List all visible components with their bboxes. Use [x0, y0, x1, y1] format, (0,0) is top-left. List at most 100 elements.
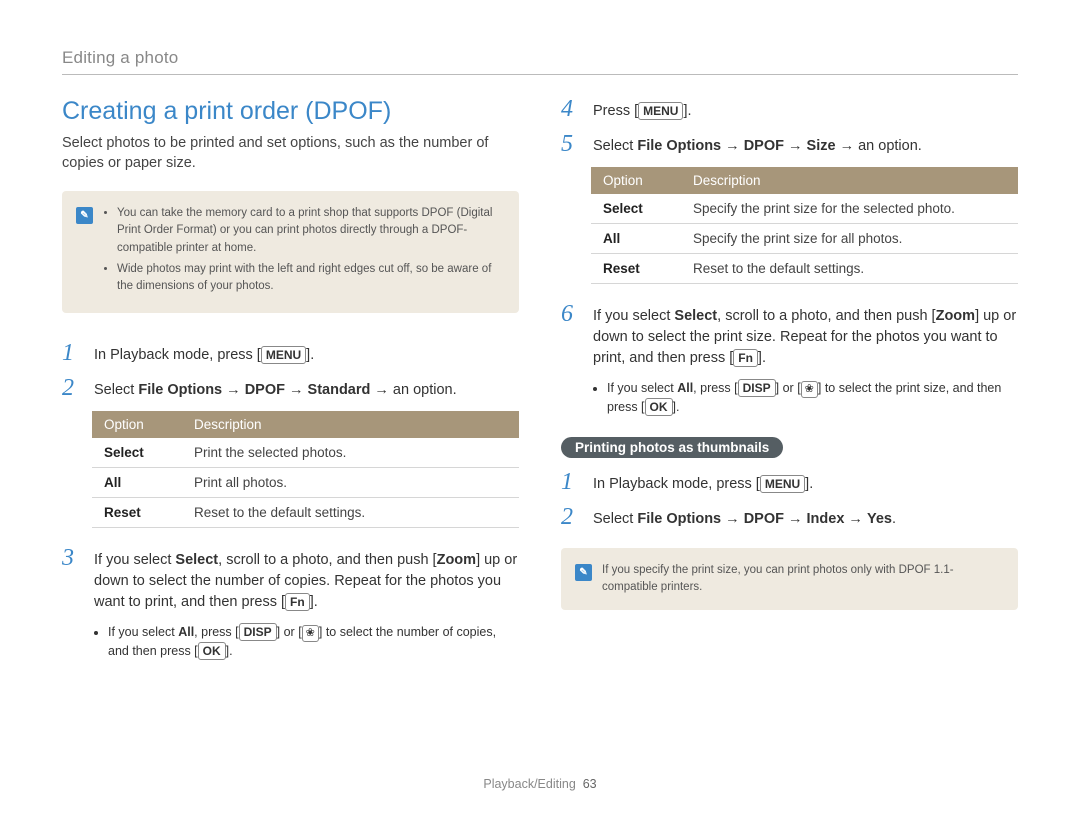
- disp-key: DISP: [738, 379, 776, 397]
- step-2: 2 Select File Options → DPOF → Standard …: [62, 376, 519, 401]
- bold: All: [677, 381, 693, 395]
- text: .: [892, 511, 896, 527]
- bold: Standard: [308, 382, 371, 398]
- fn-key: Fn: [285, 593, 310, 611]
- step-number: 2: [62, 376, 82, 400]
- cell: Reset: [591, 254, 681, 284]
- note-item: You can take the memory card to a print …: [117, 205, 505, 257]
- text: → an option.: [370, 382, 456, 398]
- arrow: →: [721, 138, 744, 154]
- step-6-sub: If you select All, press [DISP] or [❀] t…: [561, 379, 1018, 417]
- options-table-size: Option Description SelectSpecify the pri…: [591, 167, 1018, 284]
- cell: Specify the print size for all photos.: [681, 224, 1018, 254]
- main-columns: Creating a print order (DPOF) Select pho…: [62, 97, 1018, 675]
- arrow: →: [721, 511, 744, 527]
- arrow: →: [222, 382, 245, 398]
- step-number: 3: [62, 546, 82, 570]
- bold: DPOF: [744, 511, 784, 527]
- text: Select: [94, 382, 138, 398]
- thumb-step-1: 1 In Playback mode, press [MENU].: [561, 470, 1018, 495]
- menu-key: MENU: [760, 475, 805, 493]
- cell: Select: [92, 438, 182, 468]
- text: ].: [758, 350, 766, 366]
- text: ].: [306, 347, 314, 363]
- note-body: If you specify the print size, you can p…: [602, 562, 1004, 597]
- macro-icon: ❀: [801, 381, 818, 398]
- step-text: In Playback mode, press [MENU].: [94, 341, 314, 366]
- step-text: If you select Select, scroll to a photo,…: [593, 302, 1018, 369]
- bold: Zoom: [936, 308, 975, 324]
- text: ].: [226, 644, 233, 658]
- step-text: Select File Options → DPOF → Standard → …: [94, 376, 457, 401]
- col-option: Option: [92, 411, 182, 438]
- note-box-2: ✎ If you specify the print size, you can…: [561, 548, 1018, 611]
- text: ].: [683, 103, 691, 119]
- note-icon: ✎: [575, 564, 592, 581]
- table-row: SelectPrint the selected photos.: [92, 438, 519, 468]
- ok-key: OK: [198, 642, 226, 660]
- sub-bullet: If you select All, press [DISP] or [❀] t…: [607, 379, 1018, 417]
- menu-key: MENU: [261, 346, 306, 364]
- step-text: Press [MENU].: [593, 97, 692, 122]
- disp-key: DISP: [239, 623, 277, 641]
- text: Select: [593, 138, 637, 154]
- col-option: Option: [591, 167, 681, 194]
- bold: DPOF: [245, 382, 285, 398]
- text: Press [: [593, 103, 638, 119]
- step-text: Select File Options → DPOF → Size → an o…: [593, 132, 922, 157]
- bold: Select: [175, 552, 218, 568]
- menu-key: MENU: [638, 102, 683, 120]
- table-row: AllPrint all photos.: [92, 468, 519, 498]
- step-4: 4 Press [MENU].: [561, 97, 1018, 122]
- step-number: 5: [561, 132, 581, 156]
- cell: Reset to the default settings.: [182, 498, 519, 528]
- step-5: 5 Select File Options → DPOF → Size → an…: [561, 132, 1018, 157]
- text: → an option.: [836, 138, 922, 154]
- step-number: 1: [561, 470, 581, 494]
- text: In Playback mode, press [: [94, 347, 261, 363]
- bold: Index: [807, 511, 845, 527]
- arrow: →: [784, 138, 807, 154]
- table-row: ResetReset to the default settings.: [591, 254, 1018, 284]
- bold: File Options: [637, 511, 721, 527]
- text: ].: [310, 594, 318, 610]
- step-3: 3 If you select Select, scroll to a phot…: [62, 546, 519, 613]
- cell: Reset to the default settings.: [681, 254, 1018, 284]
- step-text: Select File Options → DPOF → Index → Yes…: [593, 505, 896, 530]
- bold: All: [178, 625, 194, 639]
- text: If you select: [108, 625, 178, 639]
- options-table-standard: Option Description SelectPrint the selec…: [92, 411, 519, 528]
- step-number: 1: [62, 341, 82, 365]
- macro-icon: ❀: [302, 625, 319, 642]
- step-6: 6 If you select Select, scroll to a phot…: [561, 302, 1018, 369]
- fn-key: Fn: [733, 349, 758, 367]
- page-subtitle: Select photos to be printed and set opti…: [62, 134, 519, 173]
- cell: Reset: [92, 498, 182, 528]
- text: ].: [805, 476, 813, 492]
- cell: Select: [591, 194, 681, 224]
- text: ].: [673, 400, 680, 414]
- footer-page: 63: [583, 777, 597, 791]
- text: Select: [593, 511, 637, 527]
- thumb-step-2: 2 Select File Options → DPOF → Index → Y…: [561, 505, 1018, 530]
- cell: Specify the print size for the selected …: [681, 194, 1018, 224]
- cell: All: [92, 468, 182, 498]
- cell: Print all photos.: [182, 468, 519, 498]
- step-number: 6: [561, 302, 581, 326]
- step-number: 2: [561, 505, 581, 529]
- step-1: 1 In Playback mode, press [MENU].: [62, 341, 519, 366]
- bold: File Options: [138, 382, 222, 398]
- arrow: →: [784, 511, 807, 527]
- bold: Size: [807, 138, 836, 154]
- step-3-sub: If you select All, press [DISP] or [❀] t…: [62, 623, 519, 661]
- text: , press [: [194, 625, 238, 639]
- text: , scroll to a photo, and then push [: [218, 552, 436, 568]
- bold: DPOF: [744, 138, 784, 154]
- col-description: Description: [182, 411, 519, 438]
- table-header-row: Option Description: [591, 167, 1018, 194]
- note-icon: ✎: [76, 207, 93, 224]
- right-column: 4 Press [MENU]. 5 Select File Options → …: [561, 97, 1018, 675]
- text: In Playback mode, press [: [593, 476, 760, 492]
- arrow: →: [844, 511, 867, 527]
- col-description: Description: [681, 167, 1018, 194]
